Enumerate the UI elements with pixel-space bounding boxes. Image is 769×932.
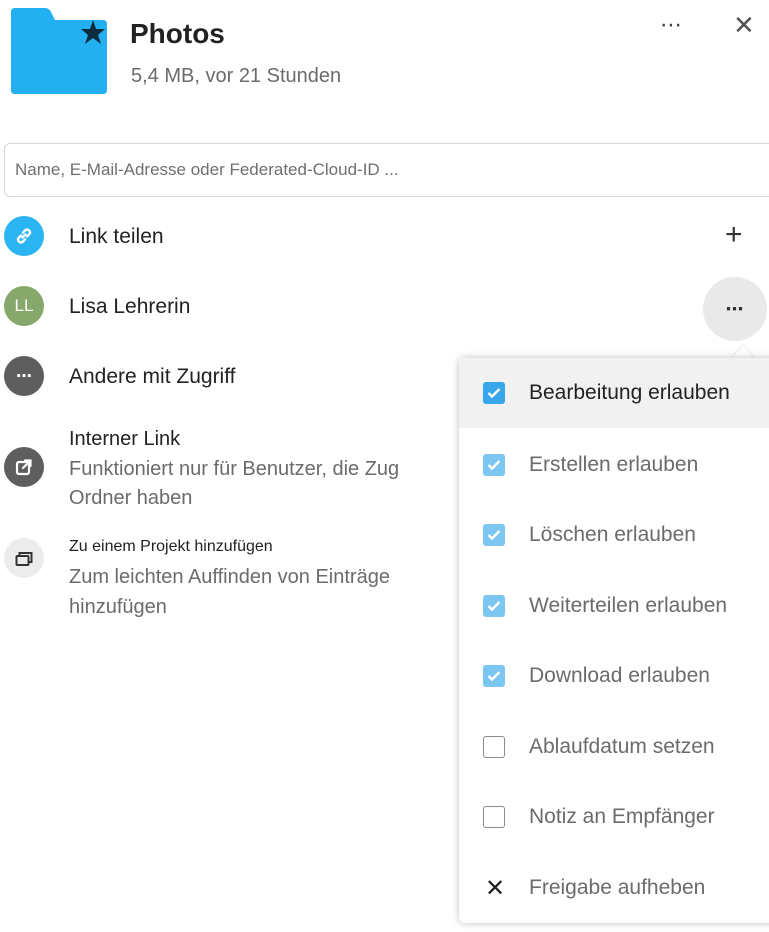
checkbox-set-expiration[interactable]: [483, 736, 505, 758]
internal-link-label[interactable]: Interner Link: [69, 428, 180, 451]
close-icon[interactable]: ✕: [733, 12, 755, 38]
menu-item-set-expiration[interactable]: Ablaufdatum setzen: [459, 712, 769, 782]
menu-item-label: Weiterteilen erlauben: [529, 594, 728, 617]
menu-item-unshare[interactable]: ✕ Freigabe aufheben: [459, 853, 769, 923]
internal-link-desc-line2: Ordner haben: [69, 487, 193, 509]
link-share-label[interactable]: Link teilen: [69, 225, 164, 249]
project-desc-line2: hinzufügen: [69, 596, 167, 618]
menu-item-label: Bearbeitung erlauben: [529, 381, 730, 404]
menu-item-allow-edit[interactable]: Bearbeitung erlauben: [459, 358, 769, 428]
menu-item-label: Erstellen erlauben: [529, 453, 699, 476]
menu-item-note-to-recipient[interactable]: Notiz an Empfänger: [459, 782, 769, 852]
menu-item-allow-create[interactable]: Erstellen erlauben: [459, 430, 769, 500]
project-icon: [4, 538, 44, 578]
page-title: Photos: [130, 18, 225, 49]
checkbox-allow-delete[interactable]: [483, 524, 505, 546]
more-actions-icon[interactable]: ⋯: [660, 12, 683, 38]
menu-item-label: Ablaufdatum setzen: [529, 735, 715, 758]
menu-item-label: Notiz an Empfänger: [529, 805, 715, 828]
others-icon: ⋯: [4, 356, 44, 396]
menu-item-label: Löschen erlauben: [529, 523, 696, 546]
share-options-menu: Bearbeitung erlauben Erstellen erlauben …: [459, 358, 769, 923]
file-meta: 5,4 MB, vor 21 Stunden: [131, 65, 342, 87]
avatar: LL: [4, 286, 44, 326]
checkbox-note-to-recipient[interactable]: [483, 806, 505, 828]
checkbox-allow-create[interactable]: [483, 454, 505, 476]
share-search-input[interactable]: [4, 143, 769, 197]
checkbox-allow-reshare[interactable]: [483, 595, 505, 617]
close-icon: ✕: [485, 874, 506, 902]
share-user-name: Lisa Lehrerin: [69, 295, 191, 318]
checkbox-allow-edit[interactable]: [483, 382, 505, 404]
project-desc-line1: Zum leichten Auffinden von Einträge: [69, 566, 390, 588]
menu-item-allow-download[interactable]: Download erlauben: [459, 641, 769, 711]
share-options-button[interactable]: ⋯: [703, 277, 767, 341]
link-icon: [4, 216, 44, 256]
internal-link-desc-line1: Funktioniert nur für Benutzer, die Zug: [69, 458, 400, 480]
external-link-icon: [4, 447, 44, 487]
add-to-project-label[interactable]: Zu einem Projekt hinzufügen: [69, 538, 273, 556]
menu-item-allow-delete[interactable]: Löschen erlauben: [459, 500, 769, 570]
menu-item-allow-reshare[interactable]: Weiterteilen erlauben: [459, 571, 769, 641]
checkbox-allow-download[interactable]: [483, 665, 505, 687]
menu-item-label: Download erlauben: [529, 664, 710, 687]
folder-icon: [9, 8, 109, 94]
add-link-icon[interactable]: +: [725, 220, 743, 250]
others-with-access-label[interactable]: Andere mit Zugriff: [69, 365, 236, 389]
menu-item-label: Freigabe aufheben: [529, 876, 706, 899]
